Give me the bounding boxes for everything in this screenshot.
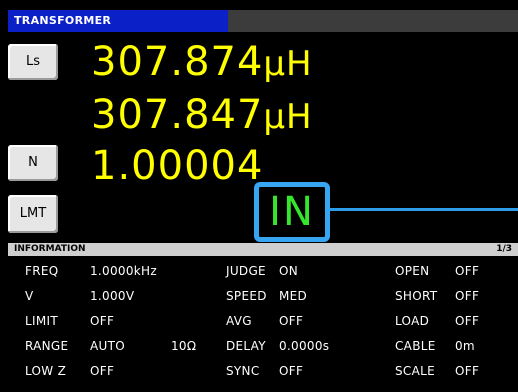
mode-title: TRANSFORMER <box>8 10 228 32</box>
n-parameter-button[interactable]: N <box>8 145 58 181</box>
info-value: 10Ω <box>171 339 197 353</box>
value-3-number: 1.00004 <box>91 143 264 189</box>
info-row: LIMIT OFF AVG OFF LOAD OFF <box>8 311 518 331</box>
info-label: V <box>25 289 34 303</box>
info-value: OFF <box>455 289 480 303</box>
value-2-number: 307.847 <box>91 92 264 138</box>
ls-parameter-button[interactable]: Ls <box>8 44 58 80</box>
info-row: LOW Z OFF SYNC OFF SCALE OFF <box>8 361 518 381</box>
info-value: 1.000V <box>90 289 135 303</box>
info-row: FREQ 1.0000kHz JUDGE ON OPEN OFF <box>8 261 518 281</box>
info-value: MED <box>279 289 308 303</box>
info-label: LIMIT <box>25 314 58 328</box>
instrument-screen: TRANSFORMER Ls N LMT 307.874μH 307.847μH… <box>0 0 518 392</box>
info-label: LOAD <box>395 314 430 328</box>
info-label: DELAY <box>226 339 266 353</box>
measurement-value-2: 307.847μH <box>91 93 313 139</box>
callout-leader-line <box>330 208 518 211</box>
info-label: RANGE <box>25 339 69 353</box>
info-value: 1.0000kHz <box>90 264 157 278</box>
information-title: INFORMATION <box>14 244 86 254</box>
info-value: AUTO <box>90 339 125 353</box>
info-label: AVG <box>226 314 252 328</box>
info-label: LOW Z <box>25 364 67 378</box>
info-value: ON <box>279 264 299 278</box>
info-value: OFF <box>455 264 480 278</box>
info-value: OFF <box>90 364 115 378</box>
info-row: V 1.000V SPEED MED SHORT OFF <box>8 286 518 306</box>
limit-button[interactable]: LMT <box>8 195 58 233</box>
measurement-value-1: 307.874μH <box>91 40 313 86</box>
info-value: OFF <box>455 364 480 378</box>
info-label: CABLE <box>395 339 436 353</box>
info-row: RANGE AUTO 10Ω DELAY 0.0000s CABLE 0m <box>8 336 518 356</box>
info-label: FREQ <box>25 264 59 278</box>
info-label: SHORT <box>395 289 438 303</box>
mode-bar: TRANSFORMER <box>8 10 518 32</box>
judgement-indicator: IN <box>254 182 330 242</box>
info-value: OFF <box>455 314 480 328</box>
info-label: SYNC <box>226 364 260 378</box>
value-1-unit: μH <box>263 44 313 84</box>
info-label: SCALE <box>395 364 435 378</box>
info-label: SPEED <box>226 289 267 303</box>
info-label: OPEN <box>395 264 430 278</box>
information-panel: INFORMATION 1/3 FREQ 1.0000kHz JUDGE ON … <box>8 243 518 392</box>
value-1-number: 307.874 <box>91 39 264 85</box>
value-2-unit: μH <box>263 97 313 137</box>
info-value: OFF <box>279 314 304 328</box>
info-value: OFF <box>279 364 304 378</box>
page-indicator: 1/3 <box>496 244 512 254</box>
measurement-value-3: 1.00004 <box>91 144 263 188</box>
information-header: INFORMATION 1/3 <box>8 243 518 256</box>
info-value: OFF <box>90 314 115 328</box>
info-label: JUDGE <box>226 264 266 278</box>
info-value: 0m <box>455 339 475 353</box>
info-value: 0.0000s <box>279 339 330 353</box>
